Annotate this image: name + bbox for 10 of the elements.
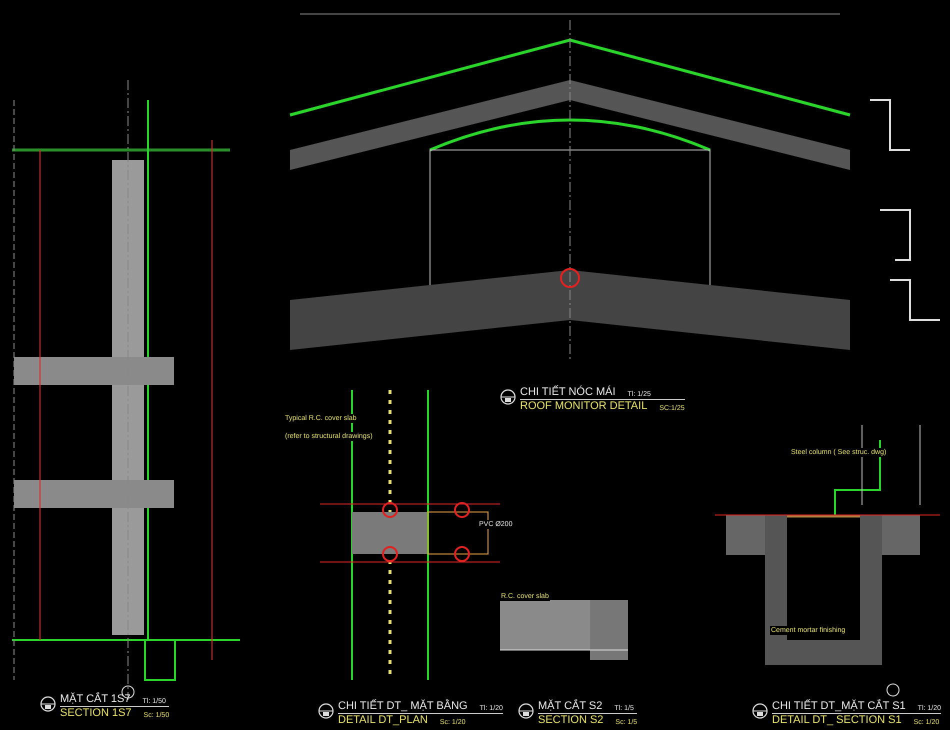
detail-title: CHI TIẾT NÓC MÁI: [520, 386, 616, 399]
detail-subtitle: SECTION S2: [538, 714, 604, 727]
detail-title: CHI TIẾT DT_MẶT CẮT S1: [772, 700, 906, 713]
detail-subtitle: ROOF MONITOR DETAIL: [520, 400, 648, 413]
detail-subtitle: SECTION 1S7: [60, 707, 132, 720]
detail-title: CHI TIẾT DT_ MẶT BẰNG: [338, 700, 468, 713]
detail-subtitle: DETAIL DT_ SECTION S1: [772, 714, 902, 727]
detail-title: MẶT CẮT S2: [538, 700, 602, 713]
detail-title: MẶT CẮT 1S7: [60, 693, 131, 706]
detail-subtitle: DETAIL DT_PLAN: [338, 714, 428, 727]
